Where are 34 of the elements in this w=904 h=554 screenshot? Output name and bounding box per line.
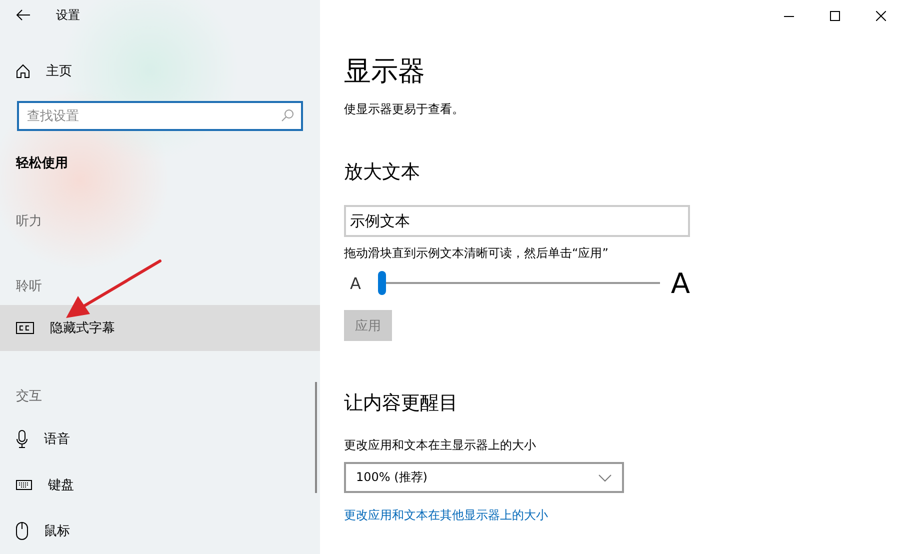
microphone-icon: [16, 430, 28, 448]
section-heading: 放大文本: [344, 160, 421, 185]
group-heading: 聆听: [16, 278, 42, 296]
instruction-text: 拖动滑块直到示例文本清晰可读，然后单击“应用”: [344, 245, 610, 262]
large-letter: A: [670, 266, 690, 300]
home-item[interactable]: 主页: [0, 54, 320, 88]
sidebar-item[interactable]: 键盘: [0, 462, 320, 508]
scrollbar[interactable]: [315, 382, 317, 493]
sidebar-item[interactable]: 隐藏式字幕: [0, 305, 320, 352]
field-label: 更改应用和文本在主显示器上的大小: [344, 437, 537, 454]
sidebar-item[interactable]: 鼠标: [0, 508, 320, 554]
keyboard-icon: [16, 480, 32, 490]
chevron-down-icon: [598, 474, 612, 482]
page-description: 使显示器更易于查看。: [344, 101, 465, 118]
sample-text-field[interactable]: 示例文本: [344, 205, 690, 237]
back-icon[interactable]: [16, 9, 30, 22]
mouse-icon: [16, 522, 28, 540]
group-heading: 听力: [16, 213, 42, 232]
maximize-icon: [830, 11, 840, 21]
window-title: 设置: [56, 6, 80, 24]
section-title: 轻松使用: [16, 154, 69, 173]
small-letter: A: [349, 274, 362, 292]
group-heading: 交互: [16, 388, 42, 406]
search-field[interactable]: 查找设置: [17, 101, 303, 132]
scale-dropdown[interactable]: 100% (推荐): [344, 462, 624, 493]
sidebar-item[interactable]: 语音: [0, 416, 320, 462]
section-heading: 让内容更醒目: [344, 391, 459, 416]
page-title: 显示器: [344, 55, 426, 89]
home-icon: [16, 64, 30, 78]
search-icon: [281, 109, 294, 122]
close-icon: [876, 11, 886, 21]
link[interactable]: 更改应用和文本在其他显示器上的大小: [344, 507, 548, 524]
slider-thumb[interactable]: [378, 271, 386, 295]
closed-captions-icon: [16, 322, 34, 334]
